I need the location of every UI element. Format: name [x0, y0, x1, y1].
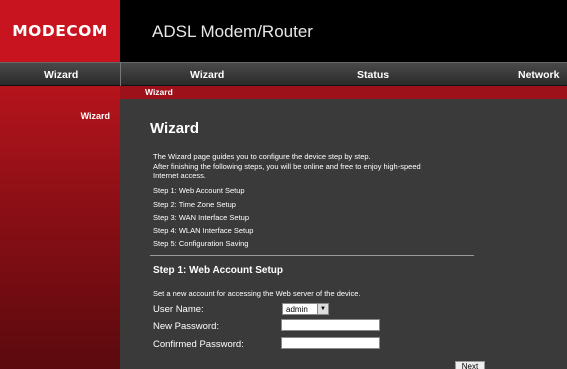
section-description: Set a new account for accessing the Web …	[153, 289, 361, 298]
logo-text: MODECOM	[12, 22, 108, 40]
section-title: Step 1: Web Account Setup	[153, 265, 284, 276]
breadcrumb: Wizard	[120, 86, 567, 99]
intro-line: The Wizard page guides you to configure …	[153, 152, 371, 161]
nav-section-label: Wizard	[44, 69, 79, 81]
nav-divider	[120, 62, 121, 86]
main-content: Wizard The Wizard page guides you to con…	[120, 99, 567, 369]
page-title: Wizard	[150, 120, 200, 137]
step-item: Step 4: WLAN Interface Setup	[153, 226, 254, 235]
header: MODECOM ADSL Modem/Router	[0, 0, 567, 62]
intro-line: Internet access.	[153, 171, 206, 180]
router-admin-page: MODECOM ADSL Modem/Router Wizard Wizard …	[0, 0, 567, 369]
intro-text: The Wizard page guides you to configure …	[153, 152, 513, 181]
nav-tab-network[interactable]: Network	[518, 69, 559, 81]
brand-logo: MODECOM	[0, 0, 120, 62]
step-item: Step 5: Configuration Saving	[153, 239, 249, 248]
user-name-label: User Name:	[153, 304, 204, 315]
new-password-field[interactable]	[281, 319, 380, 331]
step-item: Step 1: Web Account Setup	[153, 186, 245, 195]
intro-line: After finishing the following steps, you…	[153, 161, 421, 171]
chevron-down-icon[interactable]: ▼	[317, 304, 328, 314]
sidebar-item-wizard[interactable]: Wizard	[81, 111, 110, 121]
breadcrumb-label: Wizard	[145, 87, 173, 97]
confirm-password-field[interactable]	[281, 337, 380, 349]
nav-tab-status[interactable]: Status	[357, 69, 389, 81]
confirm-password-label: Confirmed Password:	[153, 339, 244, 350]
nav-tab-wizard[interactable]: Wizard	[190, 69, 224, 81]
next-button[interactable]: Next	[455, 361, 485, 369]
new-password-label: New Password:	[153, 321, 219, 332]
top-nav: Wizard Wizard Status Network	[0, 62, 567, 86]
step-item: Step 2: Time Zone Setup	[153, 200, 236, 209]
product-title: ADSL Modem/Router	[152, 22, 313, 41]
user-name-select[interactable]: admin ▼	[282, 303, 329, 315]
user-name-value: admin	[286, 304, 308, 314]
sidebar: Wizard	[0, 86, 120, 369]
step-item: Step 3: WAN Interface Setup	[153, 213, 250, 222]
section-divider	[150, 255, 474, 256]
